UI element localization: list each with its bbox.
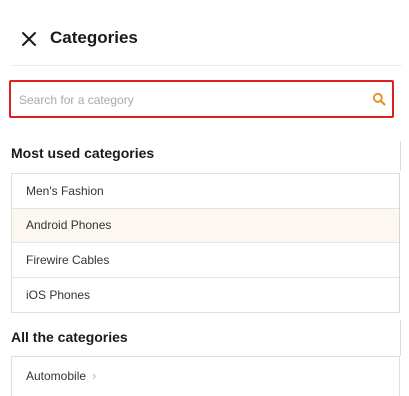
list-item-label: Automobile bbox=[26, 368, 87, 383]
divider bbox=[400, 141, 401, 171]
search-box[interactable] bbox=[9, 80, 394, 118]
list-item-mens-fashion[interactable]: Men's Fashion bbox=[12, 174, 399, 209]
all-categories-list: Automobile › bbox=[11, 356, 400, 396]
header: Categories bbox=[0, 0, 409, 66]
close-button[interactable] bbox=[20, 30, 38, 48]
list-item-android-phones[interactable]: Android Phones bbox=[12, 208, 399, 243]
divider bbox=[400, 320, 401, 356]
section-title-all-categories: All the categories bbox=[11, 329, 128, 345]
section-title-most-used: Most used categories bbox=[11, 145, 155, 161]
close-icon bbox=[22, 32, 36, 46]
page-title: Categories bbox=[50, 28, 138, 47]
search-input[interactable] bbox=[19, 90, 359, 110]
list-item-ios-phones[interactable]: iOS Phones bbox=[12, 278, 399, 313]
header-divider bbox=[10, 65, 402, 66]
most-used-list: Men's Fashion Android Phones Firewire Ca… bbox=[11, 173, 400, 313]
list-item-firewire-cables[interactable]: Firewire Cables bbox=[12, 243, 399, 278]
search-icon[interactable] bbox=[372, 92, 386, 106]
